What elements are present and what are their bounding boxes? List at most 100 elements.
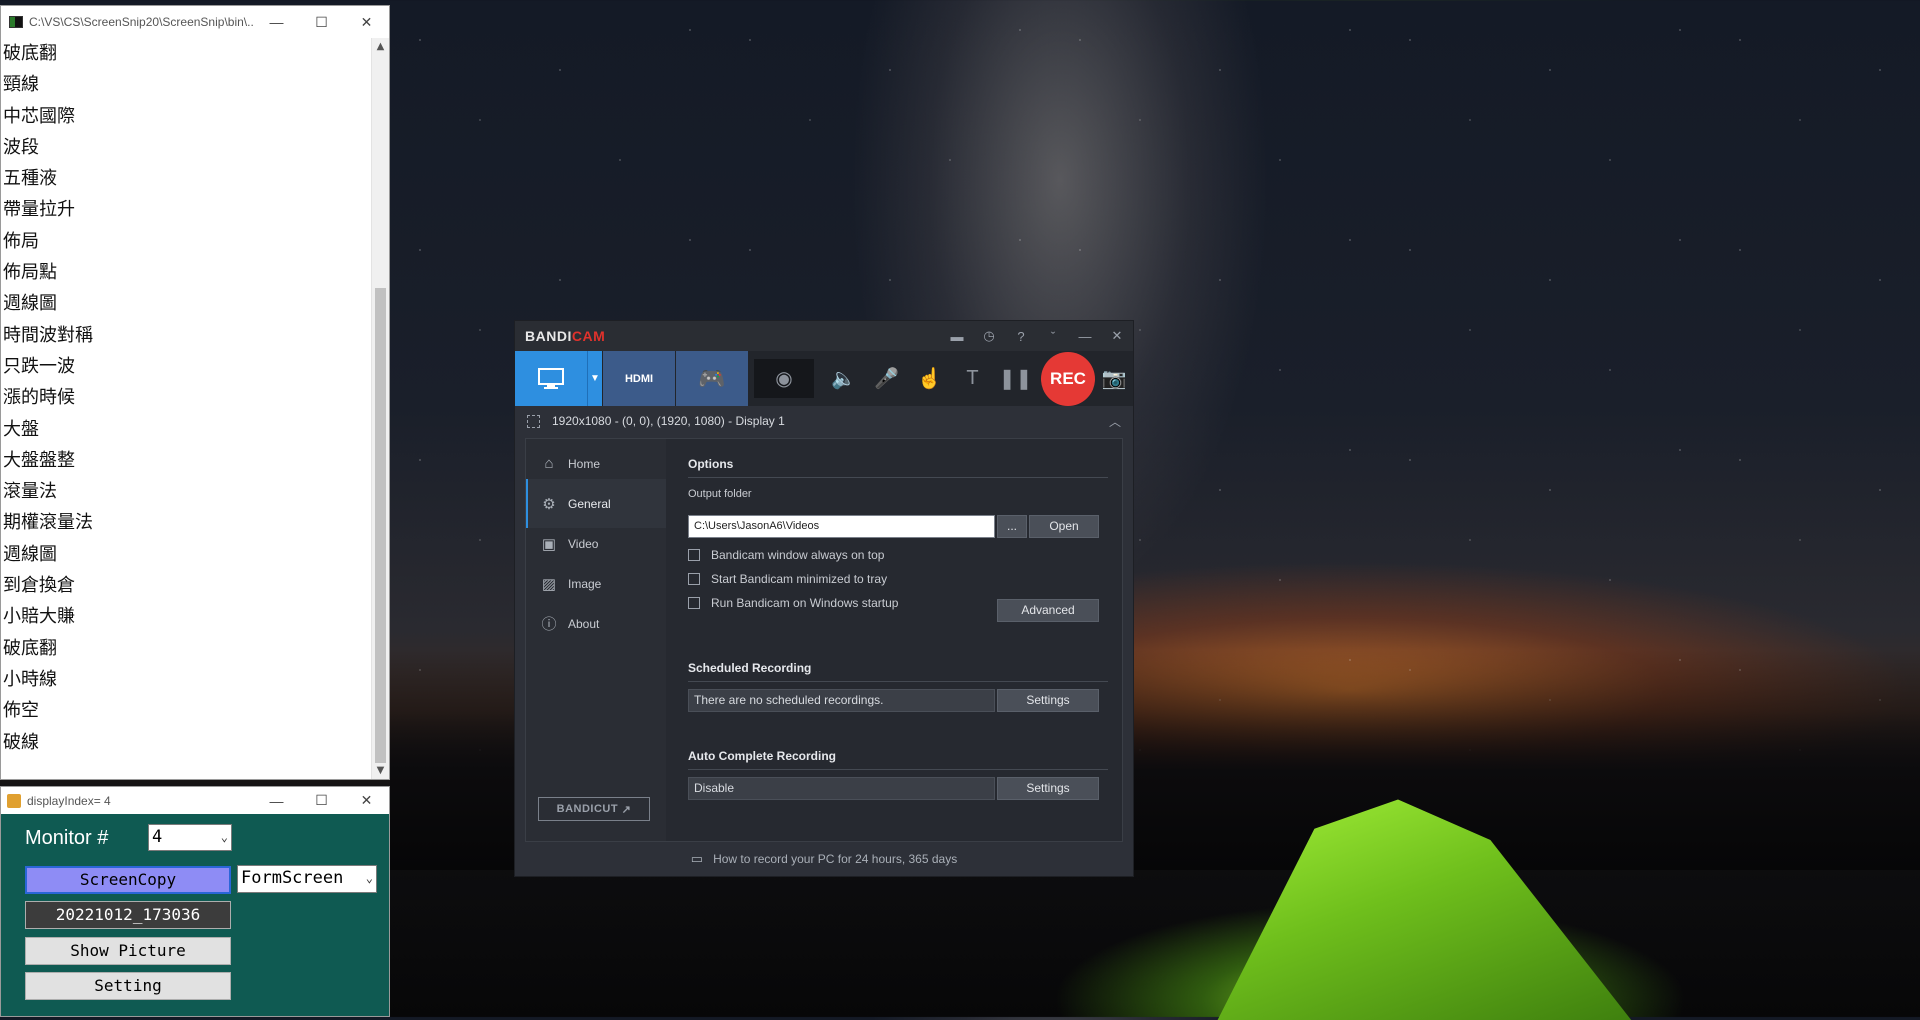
console-line: 大盤盤整 (3, 449, 75, 471)
monitor-select-value: 4 (152, 827, 163, 847)
chevron-down-icon: ⌄ (220, 830, 228, 844)
text-overlay-button[interactable]: T (951, 351, 994, 406)
screen-mode-button[interactable] (515, 351, 587, 406)
console-line: 週線圖 (3, 293, 57, 315)
chevron-up-icon[interactable]: ︿ (1109, 413, 1121, 430)
console-line: 大盤 (3, 418, 39, 440)
advanced-button[interactable]: Advanced (997, 599, 1099, 622)
clock-icon[interactable]: ◷ (973, 328, 1005, 344)
game-mode-button[interactable]: 🎮 (675, 351, 748, 406)
monitor-select[interactable]: 4 ⌄ (148, 824, 232, 851)
camera-app-icon (7, 793, 21, 808)
checkbox-label: Run Bandicam on Windows startup (711, 596, 899, 610)
sidebar-item-label: Image (568, 576, 602, 591)
bandicut-button[interactable]: BANDICUT ↗ (538, 797, 650, 821)
folder-icon[interactable]: ▬ (941, 329, 973, 344)
hdmi-label: HDMI (624, 372, 654, 385)
sidebar-item-about[interactable]: ⓘ About (526, 599, 666, 648)
collapse-icon[interactable]: ˇ (1037, 329, 1069, 344)
pause-button[interactable]: ❚❚ (994, 351, 1037, 406)
scroll-up-icon[interactable]: ▲ (372, 38, 389, 55)
help-icon[interactable]: ? (1005, 329, 1037, 344)
bandicam-logo: BANDICAM (525, 328, 606, 344)
scroll-thumb[interactable] (375, 288, 386, 763)
bandicam-window: BANDICAM ▬ ◷ ? ˇ — ✕ ▼ HDMI 🎮 ◉ 🔈 🎤 ☝ T … (514, 320, 1134, 877)
scheduled-status: There are no scheduled recordings. (688, 689, 995, 712)
console-scrollbar[interactable]: ▲ ▼ (371, 38, 389, 779)
checkbox-label: Bandicam window always on top (711, 548, 885, 562)
settings-panel: ⌂ Home ⚙ General ▣ Video ▨ Image ⓘ About BANDICUT… (525, 438, 1123, 842)
output-folder-input[interactable]: C:\Users\JasonA6\Videos (688, 515, 995, 538)
always-on-top-checkbox[interactable]: Bandicam window always on top (688, 548, 884, 562)
speaker-button[interactable]: 🔈 (822, 351, 865, 406)
region-select-icon (527, 414, 540, 428)
show-picture-button[interactable]: Show Picture (25, 937, 231, 965)
video-icon: ▣ (541, 535, 557, 553)
screenshot-button[interactable]: 📷 (1099, 351, 1129, 406)
footer-tip: How to record your PC for 24 hours, 365 … (713, 851, 958, 866)
record-button[interactable]: REC (1041, 352, 1095, 406)
run-on-startup-checkbox[interactable]: Run Bandicam on Windows startup (688, 596, 898, 610)
console-output: 破底翻 頸線 中芯國際 波段 五種液 帶量拉升 佈局 佈局點 週線圖 時間波對稱 只跌一波 漲的時候大… (1, 38, 371, 779)
console-line: 帶量拉升 (3, 199, 75, 221)
console-line: 週線圖 (3, 543, 57, 565)
minimize-button[interactable]: — (254, 14, 299, 30)
console-line: 五種液 (3, 168, 57, 190)
minimize-button[interactable]: — (254, 793, 299, 809)
webcam-button[interactable]: ◉ (754, 359, 814, 398)
microphone-icon: 🎤 (874, 368, 899, 390)
close-button[interactable]: ✕ (344, 14, 389, 31)
open-folder-button[interactable]: Open (1029, 515, 1099, 538)
console-app-icon (9, 16, 23, 28)
minimize-icon[interactable]: — (1069, 329, 1101, 344)
bandicam-titlebar[interactable]: BANDICAM ▬ ◷ ? ˇ — ✕ (515, 321, 1133, 351)
settings-sidebar: ⌂ Home ⚙ General ▣ Video ▨ Image ⓘ About BANDICUT… (526, 439, 666, 841)
scheduled-settings-button[interactable]: Settings (997, 689, 1099, 712)
microphone-button[interactable]: 🎤 (865, 351, 908, 406)
console-line: 到倉換倉 (3, 575, 75, 597)
text-icon: T (966, 367, 979, 389)
screen-copy-button[interactable]: ScreenCopy (25, 866, 231, 894)
console-line: 佈空 (3, 700, 39, 722)
monitor-label: Monitor # (25, 827, 109, 849)
console-line: 破底翻 (3, 637, 57, 659)
auto-complete-settings-button[interactable]: Settings (997, 777, 1099, 800)
console-titlebar[interactable]: C:\VS\CS\ScreenSnip20\ScreenSnip\bin\...… (1, 6, 389, 38)
browse-button[interactable]: ... (997, 515, 1027, 538)
close-icon[interactable]: ✕ (1101, 328, 1133, 344)
console-title: C:\VS\CS\ScreenSnip20\ScreenSnip\bin\... (29, 15, 254, 29)
chevron-down-icon[interactable]: ▼ (587, 351, 602, 406)
hdmi-mode-button[interactable]: HDMI (602, 351, 675, 406)
start-minimized-checkbox[interactable]: Start Bandicam minimized to tray (688, 572, 887, 586)
setting-button[interactable]: Setting (25, 972, 231, 1000)
webcam-icon: ◉ (775, 368, 793, 390)
output-folder-label: Output folder (688, 488, 752, 500)
mode-select-value: FormScreen (241, 868, 344, 888)
maximize-button[interactable]: ☐ (299, 14, 344, 31)
scroll-down-icon[interactable]: ▼ (372, 762, 389, 779)
speaker-muted-icon: 🔈 (831, 368, 856, 390)
chevron-down-icon: ⌄ (365, 871, 373, 885)
cursor-effect-button[interactable]: ☝ (908, 351, 951, 406)
console-line: 佈局點 (3, 262, 57, 284)
timestamp-button[interactable]: 20221012_173036 (25, 901, 231, 929)
close-button[interactable]: ✕ (344, 792, 389, 809)
auto-complete-status: Disable (688, 777, 995, 800)
console-line: 漲的時候 (3, 387, 75, 409)
home-icon: ⌂ (544, 455, 554, 472)
console-line: 中芯國際 (3, 105, 75, 127)
info-icon: ⓘ (541, 616, 557, 633)
sidebar-item-label: Home (568, 456, 601, 471)
sidebar-item-label: Video (568, 536, 599, 551)
capture-region-bar[interactable]: 1920x1080 - (0, 0), (1920, 1080) - Displ… (515, 406, 1133, 436)
mode-select[interactable]: FormScreen ⌄ (237, 865, 377, 893)
bandicam-footer[interactable]: ▭ How to record your PC for 24 hours, 36… (515, 841, 1133, 876)
bandicam-toolbar: ▼ HDMI 🎮 ◉ 🔈 🎤 ☝ T ❚❚ REC 📷 (515, 351, 1133, 406)
maximize-button[interactable]: ☐ (299, 792, 344, 809)
checkbox-icon (688, 597, 700, 609)
display-titlebar[interactable]: displayIndex= 4 — ☐ ✕ (1, 787, 389, 814)
camera-icon: 📷 (1101, 368, 1127, 390)
bandicut-label: BANDICUT (556, 803, 619, 815)
console-line: 佈局 (3, 230, 39, 252)
console-line: 期權滾量法 (3, 512, 93, 534)
